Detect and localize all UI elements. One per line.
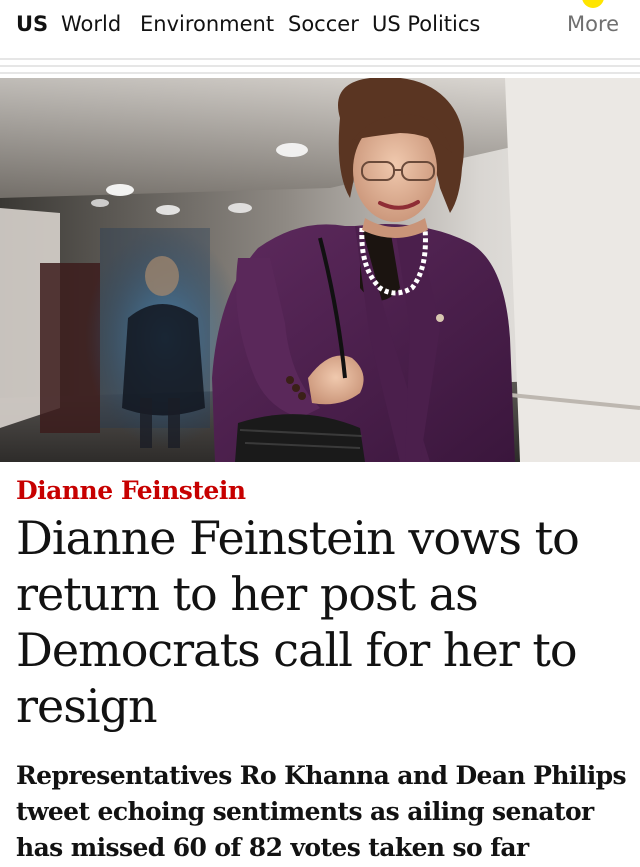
- nav-item-us[interactable]: US: [16, 12, 48, 36]
- nav-item-environment[interactable]: Environment: [140, 12, 274, 36]
- nav-divider: [0, 65, 640, 67]
- nav-divider: [0, 72, 640, 74]
- article-kicker[interactable]: Dianne Feinstein: [16, 476, 246, 505]
- hero-image[interactable]: i: [0, 78, 640, 462]
- brand-dot: [582, 0, 604, 8]
- nav-divider: [0, 58, 640, 60]
- nav-more-link[interactable]: More: [567, 12, 619, 36]
- article-headline[interactable]: Dianne Feinstein vows to return to her p…: [16, 510, 626, 734]
- nav-item-us-politics[interactable]: US Politics: [372, 12, 480, 36]
- section-nav: US World Environment Soccer US Politics …: [0, 0, 640, 56]
- nav-item-soccer[interactable]: Soccer: [288, 12, 359, 36]
- hero-photo-illustration: [0, 78, 640, 462]
- article-standfirst: Representatives Ro Khanna and Dean Phili…: [16, 761, 627, 862]
- nav-item-world[interactable]: World: [61, 12, 121, 36]
